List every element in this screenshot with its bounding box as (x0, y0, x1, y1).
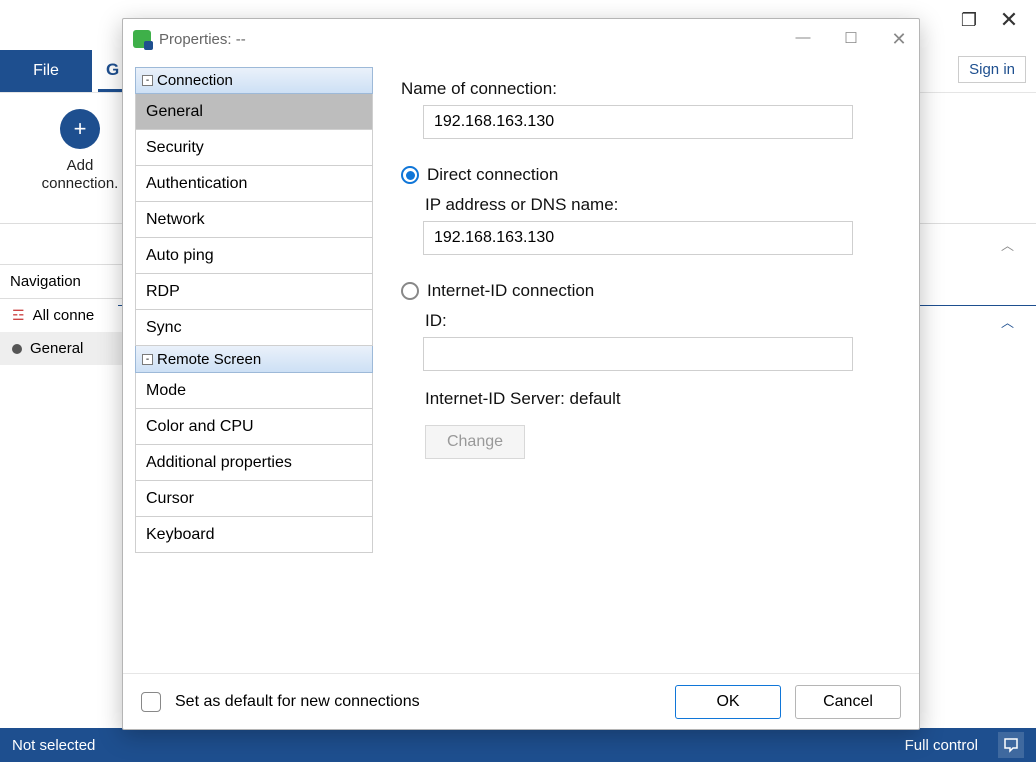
tree-group-label: Connection (157, 72, 233, 89)
main-close-icon[interactable]: ✕ (994, 5, 1024, 35)
tree-item-cursor[interactable]: Cursor (135, 481, 373, 517)
radio-direct[interactable]: Direct connection (401, 165, 877, 185)
tree-group-remotescreen[interactable]: - Remote Screen (135, 346, 373, 373)
plus-icon: + (60, 109, 100, 149)
tree-group-connection[interactable]: - Connection (135, 67, 373, 94)
app-icon (133, 30, 151, 48)
collapse-icon: - (142, 75, 153, 86)
ok-button[interactable]: OK (675, 685, 781, 719)
server-label: Internet-ID Server: default (425, 389, 877, 409)
status-selection: Not selected (12, 737, 95, 754)
status-bar: Not selected Full control (0, 728, 1036, 762)
radio-internetid[interactable]: Internet-ID connection (401, 281, 877, 301)
tree-item-autoping[interactable]: Auto ping (135, 238, 373, 274)
tree-item-additional[interactable]: Additional properties (135, 445, 373, 481)
dot-icon (12, 344, 22, 354)
tree-item-mode[interactable]: Mode (135, 373, 373, 409)
note-icon[interactable] (998, 732, 1024, 758)
dialog-maximize-icon[interactable]: ☐ (841, 29, 861, 50)
dialog-minimize-icon[interactable]: — (793, 29, 813, 50)
tree-item-network[interactable]: Network (135, 202, 373, 238)
tree-item-authentication[interactable]: Authentication (135, 166, 373, 202)
id-input[interactable] (423, 337, 853, 371)
collapse-icon: - (142, 354, 153, 365)
status-mode: Full control (905, 737, 978, 754)
tree-item-general[interactable]: General (135, 94, 373, 130)
ip-label: IP address or DNS name: (425, 195, 877, 215)
cancel-button[interactable]: Cancel (795, 685, 901, 719)
tree-group-label: Remote Screen (157, 351, 261, 368)
nav-item-label: All conne (33, 307, 95, 324)
dialog-title: Properties: -- (159, 31, 246, 48)
radio-off-icon (401, 282, 419, 300)
radio-on-icon (401, 166, 419, 184)
add-connection-button[interactable]: + Addconnection. (40, 109, 120, 193)
ip-input[interactable] (423, 221, 853, 255)
connection-name-input[interactable] (423, 105, 853, 139)
navigation-header: Navigation (0, 265, 122, 299)
name-label: Name of connection: (401, 79, 877, 99)
nav-general[interactable]: General (0, 332, 122, 365)
tree-item-colorcpu[interactable]: Color and CPU (135, 409, 373, 445)
settings-tree: - Connection General Security Authentica… (135, 59, 373, 673)
tree-item-security[interactable]: Security (135, 130, 373, 166)
dialog-close-icon[interactable]: ✕ (889, 29, 909, 50)
default-checkbox[interactable] (141, 692, 161, 712)
default-label: Set as default for new connections (175, 693, 420, 711)
add-connection-label: Addconnection. (40, 157, 120, 193)
tree-item-keyboard[interactable]: Keyboard (135, 517, 373, 553)
tree-item-rdp[interactable]: RDP (135, 274, 373, 310)
file-menu-button[interactable]: File (0, 50, 92, 92)
radio-label: Internet-ID connection (427, 281, 594, 301)
radio-label: Direct connection (427, 165, 558, 185)
nav-all-connections[interactable]: ☲ All conne (0, 299, 122, 332)
list-icon: ☲ (12, 307, 25, 324)
nav-item-label: General (30, 340, 83, 357)
properties-dialog: Properties: -- — ☐ ✕ - Connection Genera… (122, 18, 920, 730)
expand-chevron-icon[interactable]: ︿ (1001, 312, 1014, 331)
collapse-chevron-icon[interactable]: ︿ (1001, 235, 1014, 254)
main-restore-icon[interactable]: ❐ (954, 5, 984, 35)
tree-item-sync[interactable]: Sync (135, 310, 373, 346)
change-button[interactable]: Change (425, 425, 525, 459)
sign-in-button[interactable]: Sign in (958, 56, 1026, 83)
dialog-titlebar[interactable]: Properties: -- — ☐ ✕ (123, 19, 919, 59)
id-label: ID: (425, 311, 877, 331)
